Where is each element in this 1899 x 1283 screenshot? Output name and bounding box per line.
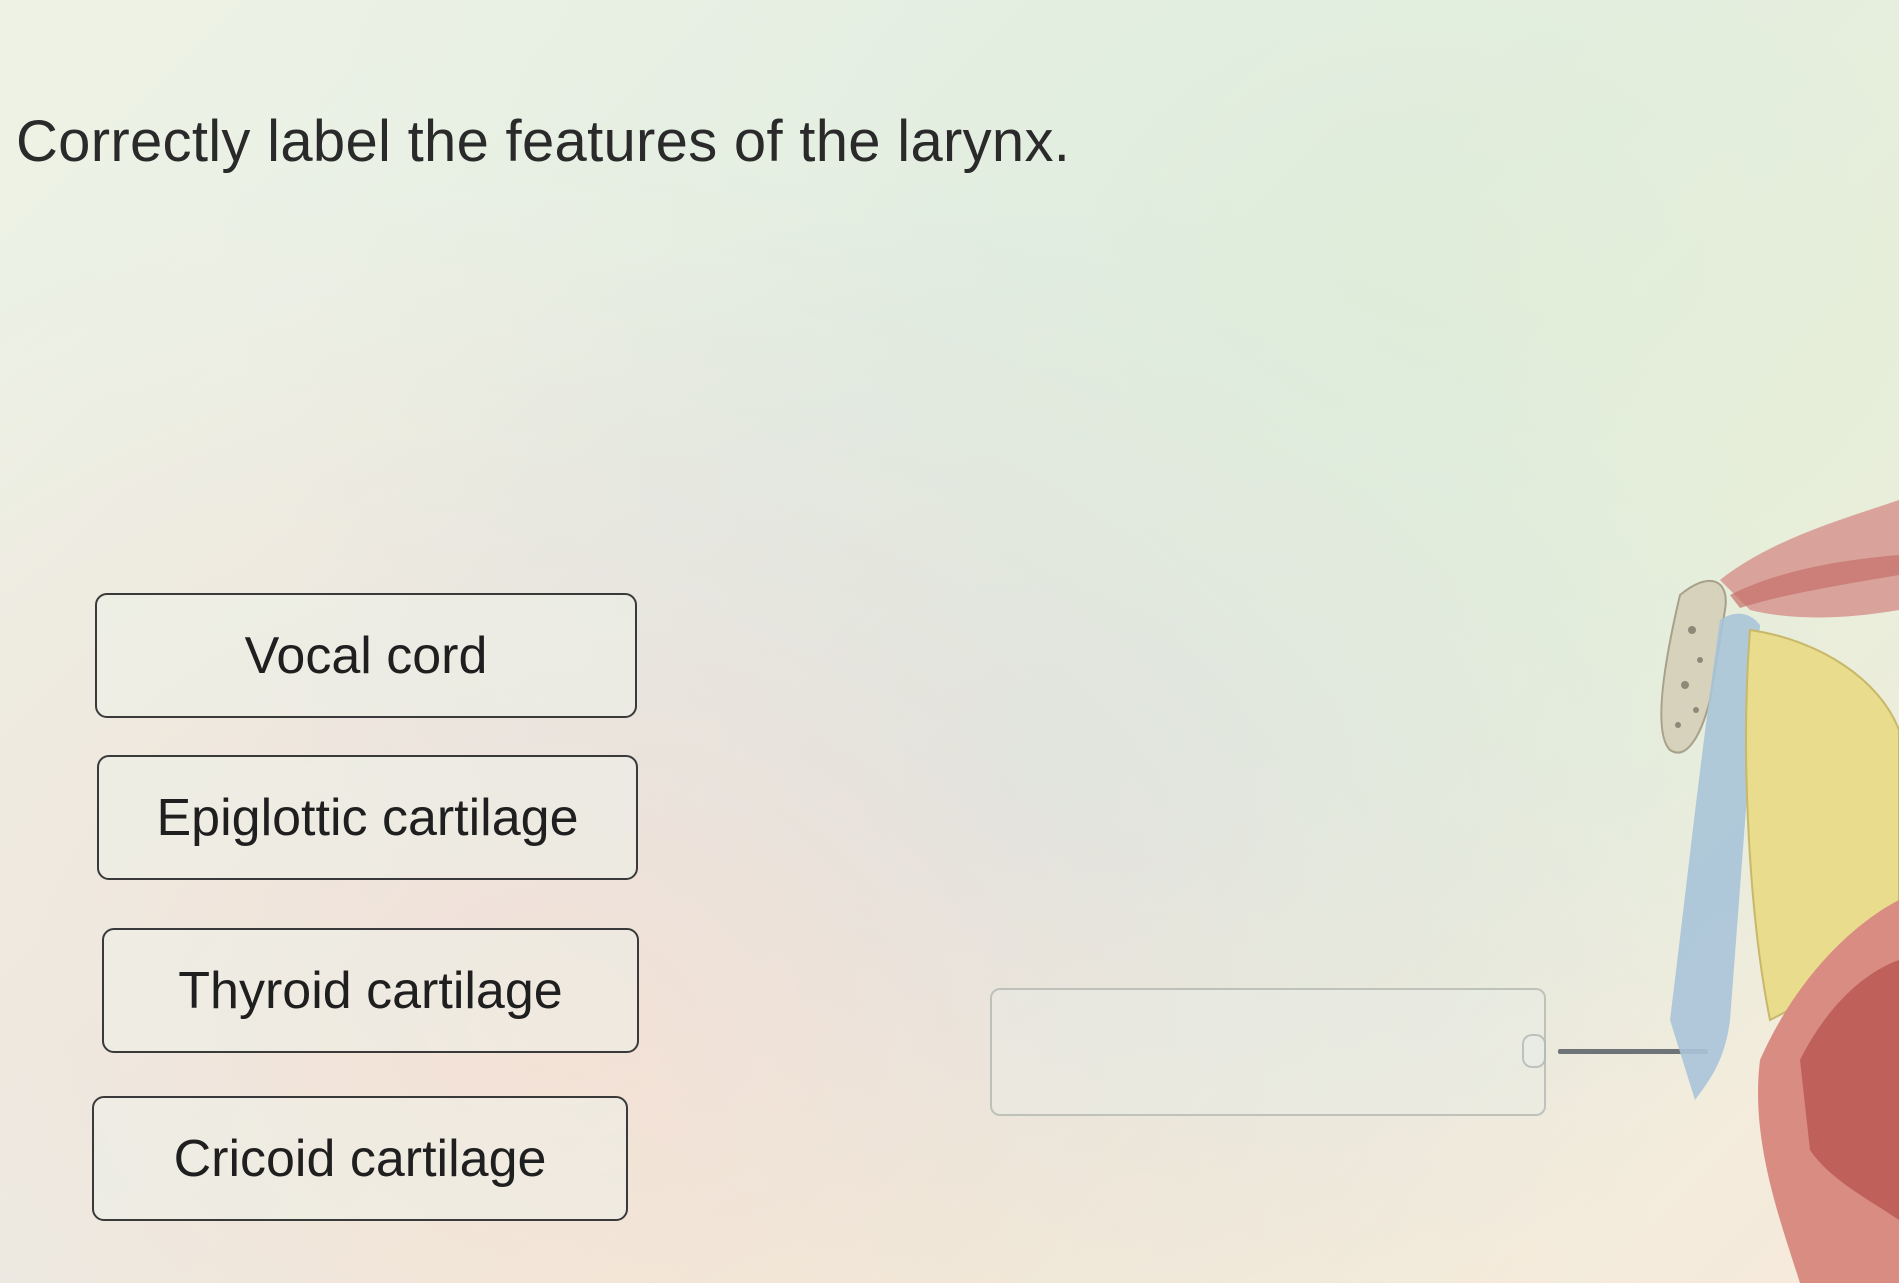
question-prompt: Correctly label the features of the lary… [16,109,1071,174]
label-chip-cricoid-cartilage[interactable]: Cricoid cartilage [92,1096,628,1221]
label-chip-vocal-cord[interactable]: Vocal cord [95,593,637,718]
label-chip-thyroid-cartilage[interactable]: Thyroid cartilage [102,928,639,1053]
label-chip-epiglottic-cartilage[interactable]: Epiglottic cartilage [97,755,638,880]
larynx-illustration [1660,500,1899,1283]
drop-zone-connector [1522,1034,1546,1068]
label-drop-zone[interactable] [990,988,1546,1116]
